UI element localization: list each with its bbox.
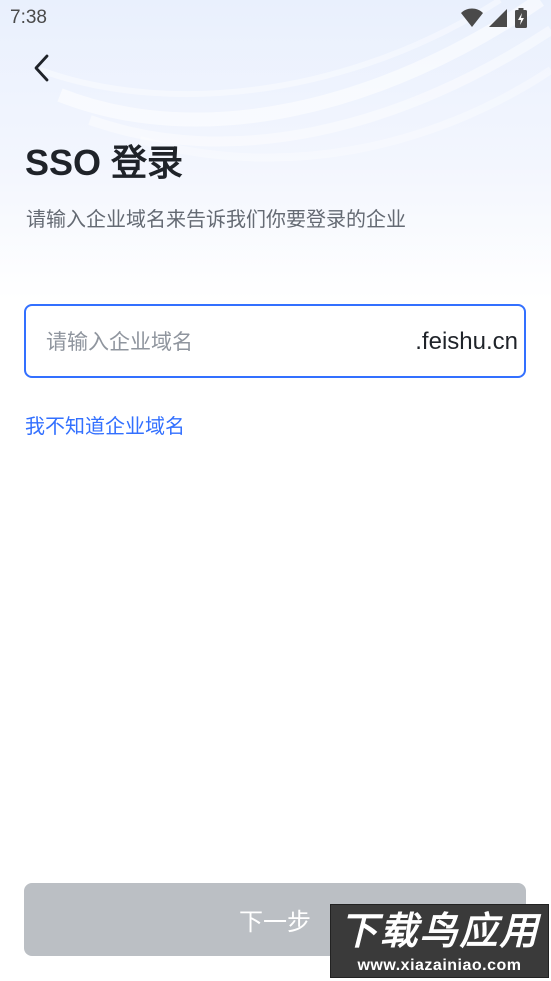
watermark-url: www.xiazainiao.com [357,957,522,974]
domain-input-box[interactable]: .feishu.cn [24,304,526,378]
status-bar: 7:38 [0,0,551,36]
status-time: 7:38 [10,7,47,28]
domain-input[interactable] [44,306,388,378]
page-title: SSO 登录 [25,142,184,183]
watermark-logo: 下载鸟应用 www.xiazainiao.com [330,904,549,978]
unknown-domain-link[interactable]: 我不知道企业域名 [25,410,185,439]
page-subtitle: 请输入企业域名来告诉我们你要登录的企业 [26,207,406,231]
status-icons [461,8,541,28]
watermark-title: 下载鸟应用 [339,909,540,953]
wifi-icon [461,8,483,32]
chevron-left-icon [32,53,52,87]
battery-charging-icon [515,8,527,32]
domain-suffix: .feishu.cn [415,328,518,355]
back-button[interactable] [24,52,60,88]
signal-icon [489,8,507,32]
